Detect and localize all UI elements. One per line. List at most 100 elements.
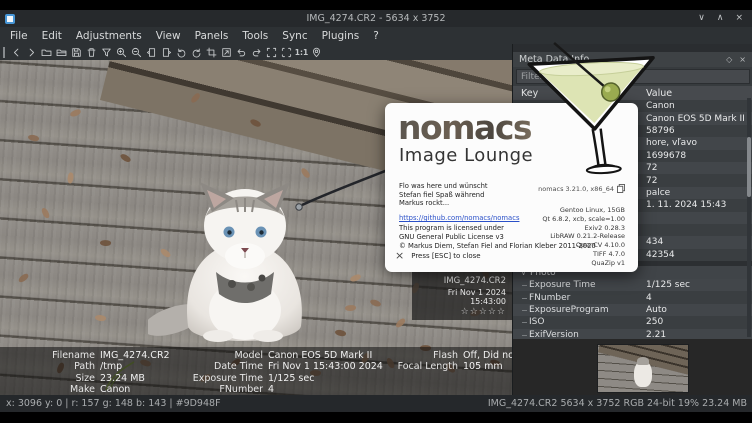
open-directory-button[interactable] bbox=[54, 45, 69, 60]
greeting-line: Stefan fiel Spaß während bbox=[399, 191, 488, 200]
close-icon[interactable]: × bbox=[395, 251, 404, 261]
rotate-cw-icon bbox=[191, 47, 202, 58]
meta-row[interactable]: Exposure Time1/125 sec bbox=[513, 279, 752, 291]
scrollbar-track[interactable] bbox=[747, 98, 751, 337]
exif-row: FNumber4 bbox=[150, 384, 383, 395]
rotate-page-ccw-button[interactable] bbox=[144, 45, 159, 60]
redo-button[interactable] bbox=[249, 45, 264, 60]
menu-item-panels[interactable]: Panels bbox=[188, 29, 236, 43]
screen: IMG_4274.CR2 - 5634 x 3752 ∨ ∧ × FileEdi… bbox=[0, 0, 752, 423]
system-line: Qt 6.8.2, xcb, scale=1.00 bbox=[542, 215, 625, 224]
undo-icon bbox=[236, 47, 247, 58]
crop-icon bbox=[206, 47, 217, 58]
save-button[interactable] bbox=[69, 45, 84, 60]
system-line: QuaZip v1 bbox=[542, 259, 625, 268]
exif-row: Size23.24 MB bbox=[0, 373, 170, 384]
meta-row[interactable]: ExposureProgramAuto bbox=[513, 304, 752, 316]
exif-label: Date Time bbox=[150, 361, 263, 372]
github-link[interactable]: https://github.com/nomacs/nomacs bbox=[399, 214, 519, 222]
menu-item-tools[interactable]: Tools bbox=[235, 29, 275, 43]
rotate-page-cw-icon bbox=[161, 47, 172, 58]
menu-item-edit[interactable]: Edit bbox=[35, 29, 69, 43]
file-info-overlay: IMG_4274.CR2 Fri Nov 1 2024 15:43:00 ☆☆☆… bbox=[412, 272, 512, 320]
menu-item-file[interactable]: File bbox=[3, 29, 35, 43]
panel-float-icon[interactable]: ◇ bbox=[726, 52, 732, 67]
rotate-cw-button[interactable] bbox=[189, 45, 204, 60]
menu-item-plugins[interactable]: Plugins bbox=[315, 29, 367, 43]
meta-value: 250 bbox=[646, 317, 752, 327]
exif-label: FNumber bbox=[150, 384, 263, 395]
system-line: Exiv2 0.28.3 bbox=[542, 224, 625, 233]
rotate-page-cw-button[interactable] bbox=[159, 45, 174, 60]
menu-item-sync[interactable]: Sync bbox=[275, 29, 314, 43]
exif-label: Filename bbox=[0, 350, 95, 361]
resize-button[interactable] bbox=[219, 45, 234, 60]
exif-value: 105 mm bbox=[463, 361, 503, 372]
undo-button[interactable] bbox=[234, 45, 249, 60]
meta-row[interactable]: FNumber4 bbox=[513, 291, 752, 303]
exif-column: FlashOff, Did not fireFocal Length 105 mm bbox=[345, 350, 512, 373]
meta-value: 1699678 bbox=[646, 151, 752, 161]
delete-button[interactable] bbox=[84, 45, 99, 60]
rotate-ccw-button[interactable] bbox=[174, 45, 189, 60]
exif-row: FlashOff, Did not fire bbox=[345, 350, 512, 361]
toolbar: 1:1 bbox=[0, 44, 512, 60]
exif-label: Size bbox=[0, 373, 95, 384]
meta-row[interactable]: ISO250 bbox=[513, 316, 752, 328]
minimize-button[interactable]: ∨ bbox=[698, 10, 705, 27]
system-info-block: Gentoo Linux, 15GBQt 6.8.2, xcb, scale=1… bbox=[542, 206, 625, 268]
preview-thumbnail[interactable] bbox=[597, 344, 689, 393]
fullscreen-button[interactable] bbox=[264, 45, 279, 60]
frameless-button[interactable] bbox=[279, 45, 294, 60]
meta-value: 42354 bbox=[646, 250, 752, 260]
meta-row[interactable]: ExifVersion2.21 bbox=[513, 329, 752, 339]
exif-column: FilenameIMG_4274.CR2Path/tmpSize23.24 MB… bbox=[0, 350, 170, 395]
previous-button[interactable] bbox=[9, 45, 24, 60]
panel-close-icon[interactable]: × bbox=[739, 52, 746, 67]
resize-icon bbox=[221, 47, 232, 58]
rating-stars[interactable]: ☆☆☆☆☆ bbox=[418, 307, 506, 317]
titlebar[interactable]: IMG_4274.CR2 - 5634 x 3752 ∨ ∧ × bbox=[0, 10, 752, 27]
zoom-out-icon bbox=[131, 47, 142, 58]
exif-label: Focal Length bbox=[345, 361, 458, 372]
martini-glass-illustration bbox=[527, 37, 659, 177]
meta-value: 72 bbox=[646, 176, 752, 186]
meta-value: Canon EOS 5D Mark II bbox=[646, 114, 752, 124]
exif-label: Make bbox=[0, 384, 95, 395]
next-icon bbox=[26, 47, 37, 58]
copy-icon[interactable] bbox=[617, 184, 625, 193]
meta-value: 1. 11. 2024 15:43 bbox=[646, 200, 752, 210]
location-button[interactable] bbox=[309, 45, 324, 60]
meta-value: Canon bbox=[646, 101, 752, 111]
toolbar-grip[interactable] bbox=[3, 47, 5, 58]
open-folder-button[interactable] bbox=[39, 45, 54, 60]
meta-value: 434 bbox=[646, 237, 752, 247]
meta-value: 58796 bbox=[646, 126, 752, 136]
system-line: TIFF 4.7.0 bbox=[542, 250, 625, 259]
zoom-out-button[interactable] bbox=[129, 45, 144, 60]
olive bbox=[601, 83, 620, 102]
nomacs-app-icon bbox=[5, 14, 15, 24]
zoom-in-button[interactable] bbox=[114, 45, 129, 60]
menu-item-help[interactable]: ? bbox=[366, 29, 386, 43]
file-info-datetime: Fri Nov 1 2024 15:43:00 bbox=[418, 288, 506, 306]
filter-button[interactable] bbox=[99, 45, 114, 60]
maximize-button[interactable]: ∧ bbox=[717, 10, 724, 27]
fullscreen-icon bbox=[266, 47, 277, 58]
rotate-ccw-icon bbox=[176, 47, 187, 58]
exif-row: FilenameIMG_4274.CR2 bbox=[0, 350, 170, 361]
actual-size-button[interactable]: 1:1 bbox=[294, 45, 309, 60]
next-button[interactable] bbox=[24, 45, 39, 60]
status-file-info: IMG_4274.CR2 5634 x 3752 RGB 24-bit 19% … bbox=[488, 398, 747, 409]
menu-item-adjustments[interactable]: Adjustments bbox=[69, 29, 149, 43]
meta-value: palce bbox=[646, 188, 752, 198]
exif-row: MakeCanon bbox=[0, 384, 170, 395]
meta-key: FNumber bbox=[513, 293, 646, 303]
menu-item-view[interactable]: View bbox=[149, 29, 188, 43]
statusbar: x: 3096 y: 0 | r: 157 g: 148 b: 143 | #9… bbox=[0, 395, 752, 412]
meta-key: ISO bbox=[513, 317, 646, 327]
close-button[interactable]: × bbox=[735, 10, 743, 27]
meta-key: ExifVersion bbox=[513, 330, 646, 339]
scrollbar-thumb[interactable] bbox=[747, 137, 751, 197]
crop-button[interactable] bbox=[204, 45, 219, 60]
